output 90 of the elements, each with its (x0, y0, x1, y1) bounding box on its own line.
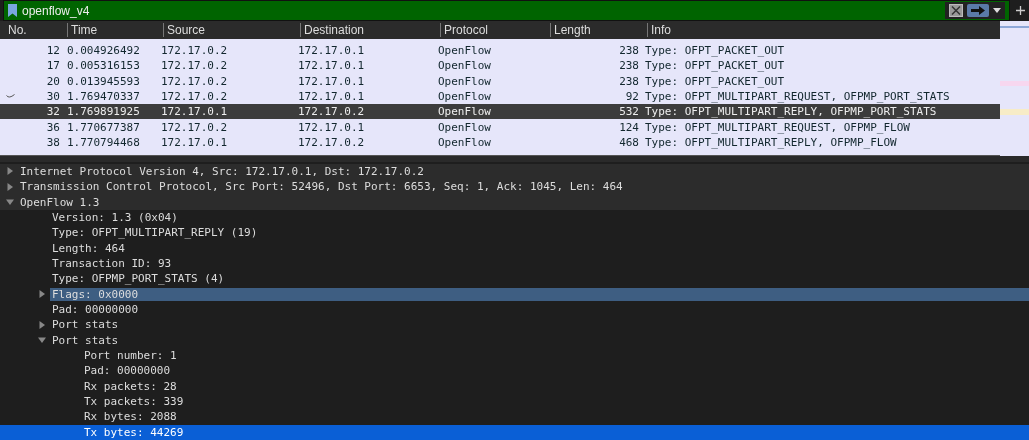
table-cell-text: 32 (45, 105, 60, 119)
table-cell-text: 172.17.0.2 (161, 120, 229, 134)
detail-field[interactable]: Length: 464 (50, 241, 127, 255)
detail-field[interactable]: OpenFlow 1.3 (18, 195, 102, 209)
detail-field[interactable]: Tx packets: 339 (82, 395, 186, 409)
collapsed-arrow-icon[interactable] (6, 182, 14, 191)
table-cell-text: 0.005316153 (66, 59, 141, 73)
table-cell-text: 172.17.0.1 (161, 135, 229, 149)
column-header[interactable]: Protocol (440, 23, 550, 37)
table-cell-text: OpenFlow (438, 44, 492, 58)
table-cell-text: 172.17.0.2 (298, 105, 366, 119)
detail-field[interactable]: Type: OFPMP_PORT_STATS (4) (50, 272, 227, 286)
add-icon[interactable] (1016, 6, 1025, 15)
collapsed-arrow-icon[interactable] (6, 167, 14, 176)
table-cell-text: 238 (618, 59, 639, 73)
display-filter-field[interactable]: openflow_v4 (3, 0, 1010, 21)
packet-row[interactable]: 30 1.769470337 172.17.0.2 172.17.0.1 OpenFlow 92 Type: OFPT_MULTIPART_REQUEST, OFPMP_PORT_STATS (0, 88, 1000, 105)
packet-row[interactable]: 32 1.769891925 172.17.0.1 172.17.0.2 OpenFlow 532 Type: OFPT_MULTIPART_REPLY, OFPMP_PORT_STATS (0, 104, 1000, 120)
table-cell-text: Type: OFPT_PACKET_OUT (644, 74, 785, 88)
table-cell-text: 17 (45, 59, 60, 73)
column-header[interactable]: Source (163, 23, 300, 37)
column-header[interactable]: Time (67, 23, 163, 37)
packet-row[interactable]: 12 0.004926492 172.17.0.2 172.17.0.1 OpenFlow 238 Type: OFPT_PACKET_OUT (0, 43, 1000, 59)
table-cell-text: OpenFlow (438, 74, 492, 88)
table-cell-text: 172.17.0.2 (161, 74, 229, 88)
related-packet-icon (5, 93, 15, 100)
table-cell-text: 172.17.0.1 (298, 74, 366, 88)
table-cell-text: 36 (45, 120, 60, 134)
packet-row[interactable]: 38 1.770794468 172.17.0.1 172.17.0.2 OpenFlow 468 Type: OFPT_MULTIPART_REPLY, OFPMP_FLOW (0, 134, 1000, 151)
clear-icon[interactable] (949, 4, 963, 17)
detail-field[interactable]: Tx bytes: 44269 (82, 425, 186, 439)
packet-row[interactable]: 20 0.013945593 172.17.0.2 172.17.0.1 OpenFlow 238 Type: OFPT_PACKET_OUT (0, 73, 1000, 89)
column-header[interactable]: Destination (300, 23, 440, 37)
detail-field[interactable]: Flags: 0x0000 (50, 287, 1029, 301)
table-cell-text: 172.17.0.2 (161, 59, 229, 73)
table-cell-text: 172.17.0.1 (298, 44, 366, 58)
table-cell-text: Type: OFPT_MULTIPART_REPLY, OFPMP_FLOW (644, 135, 897, 149)
collapsed-arrow-icon[interactable] (38, 290, 46, 299)
table-cell-text: 532 (618, 105, 639, 119)
table-cell-text: 0.004926492 (66, 44, 141, 58)
table-cell-text: 30 (45, 90, 60, 104)
table-cell-text: 124 (618, 120, 639, 134)
detail-field[interactable]: Pad: 00000000 (50, 303, 141, 317)
detail-field[interactable]: Version: 1.3 (0x04) (50, 211, 180, 224)
table-cell-text: 1.769891925 (66, 105, 141, 119)
table-cell-text: Type: OFPT_MULTIPART_REQUEST, OFPMP_FLOW (644, 120, 910, 134)
column-header[interactable]: No. (0, 23, 67, 37)
packet-row[interactable]: 36 1.770677387 172.17.0.2 172.17.0.1 OpenFlow 124 Type: OFPT_MULTIPART_REQUEST, OFPMP_FLOW (0, 119, 1000, 135)
detail-field[interactable]: Port stats (50, 333, 121, 347)
table-cell-text: 1.770677387 (66, 120, 141, 134)
detail-field[interactable]: Port stats (50, 318, 121, 332)
table-cell-text: 172.17.0.2 (161, 90, 229, 104)
table-cell-text: 172.17.0.1 (298, 59, 366, 73)
table-cell-text: 1.769470337 (66, 90, 141, 104)
table-cell-text: 38 (45, 135, 60, 149)
table-cell-text: 172.17.0.2 (161, 44, 229, 58)
table-cell-text: OpenFlow (438, 120, 492, 134)
bookmark-icon[interactable] (8, 4, 17, 17)
detail-field[interactable]: Port number: 1 (82, 349, 179, 363)
table-cell-text: 1.770794468 (66, 135, 141, 149)
table-cell-text: 238 (618, 44, 639, 58)
detail-field[interactable]: Type: OFPT_MULTIPART_REPLY (19) (50, 226, 260, 240)
table-cell-text: OpenFlow (438, 59, 492, 73)
table-cell-text: 20 (45, 74, 60, 88)
table-cell-text: OpenFlow (438, 90, 492, 104)
column-header[interactable]: Length (550, 23, 647, 37)
detail-field[interactable]: Rx bytes: 2088 (82, 410, 179, 424)
table-cell-text: 12 (45, 44, 60, 58)
table-cell-text: 172.17.0.1 (298, 90, 366, 104)
detail-field[interactable]: Transaction ID: 93 (50, 257, 174, 271)
collapsed-arrow-icon[interactable] (38, 320, 46, 329)
table-cell-text: Type: OFPT_MULTIPART_REQUEST, OFPMP_PORT_STATS (644, 90, 950, 104)
table-cell-text: Type: OFPT_MULTIPART_REPLY, OFPMP_PORT_STATS (644, 105, 937, 119)
table-cell-text: 92 (624, 90, 639, 104)
table-cell-text: 172.17.0.1 (161, 105, 229, 119)
table-cell-text: 0.013945593 (66, 74, 141, 88)
detail-field[interactable]: Rx packets: 28 (82, 379, 179, 393)
expanded-arrow-icon[interactable] (6, 198, 14, 207)
table-cell-text: Type: OFPT_PACKET_OUT (644, 59, 785, 73)
expanded-arrow-icon[interactable] (38, 336, 46, 345)
table-cell-text: 238 (618, 74, 639, 88)
detail-field[interactable]: Pad: 00000000 (82, 364, 173, 378)
table-cell-text: 172.17.0.2 (298, 135, 366, 149)
table-cell-text: Type: OFPT_PACKET_OUT (644, 44, 785, 58)
table-cell-text: OpenFlow (438, 105, 492, 119)
table-cell-text: 172.17.0.1 (298, 120, 366, 134)
table-cell-text: OpenFlow (438, 135, 492, 149)
table-cell-text: 468 (618, 135, 639, 149)
dropdown-caret-icon[interactable] (993, 8, 1001, 13)
packet-row[interactable]: 17 0.005316153 172.17.0.2 172.17.0.1 OpenFlow 238 Type: OFPT_PACKET_OUT (0, 58, 1000, 74)
